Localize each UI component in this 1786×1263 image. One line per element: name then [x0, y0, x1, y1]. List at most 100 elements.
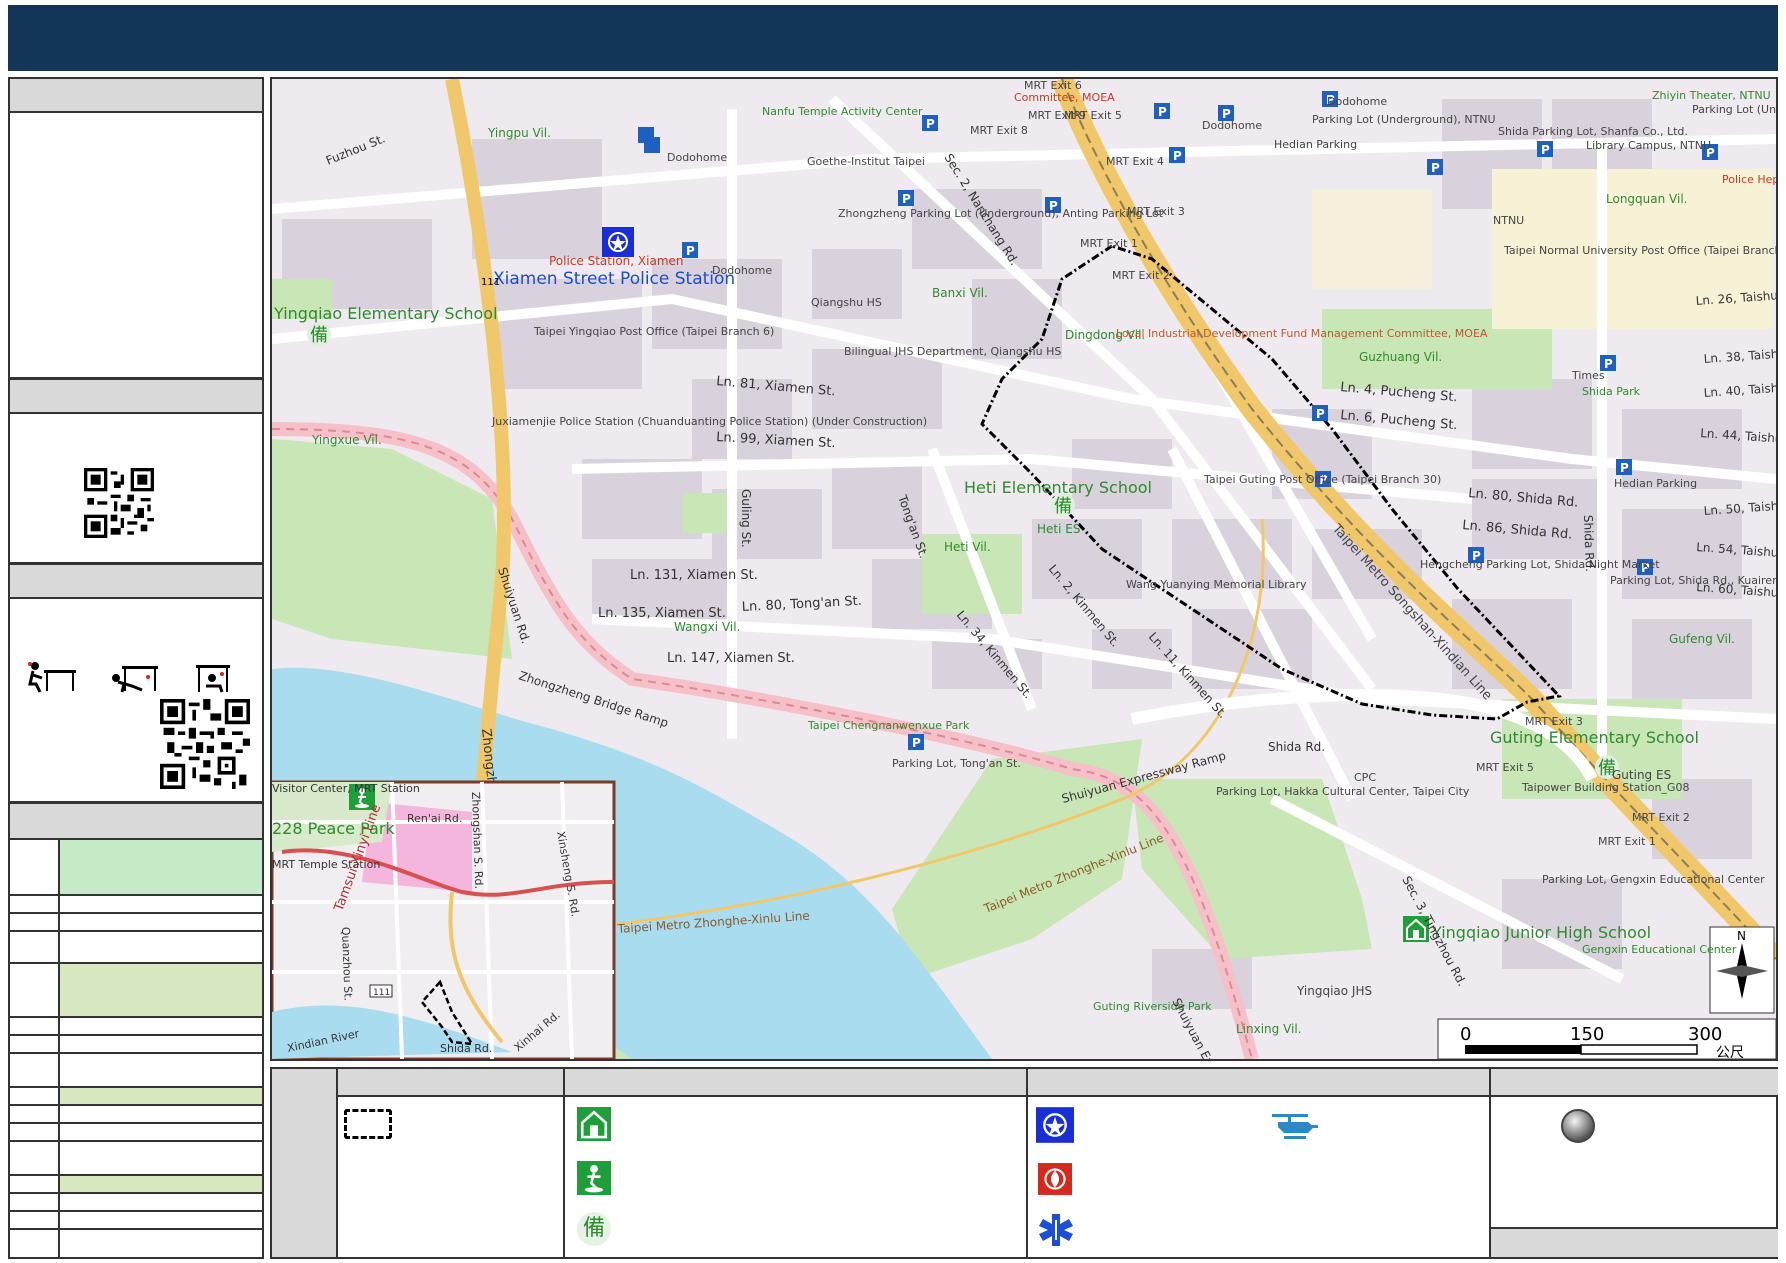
svg-text:公尺: 公尺 — [1716, 1045, 1744, 1059]
svg-text:P: P — [1158, 105, 1167, 119]
yingqiao-jhs-label: Yingqiao Junior High School — [1431, 923, 1651, 942]
wang-memorial-label: Wang Yuanying Memorial Library — [1126, 578, 1307, 591]
guting-exit-label: MRT Exit 5 — [1476, 761, 1534, 774]
table-row — [10, 1194, 262, 1212]
guting-post-label: Taipei Guting Post Office (Taipei Branch… — [1203, 473, 1441, 486]
tongan-parking-label: Parking Lot, Tong'an St. — [892, 757, 1021, 770]
guting-es-label: Guting Elementary School — [1490, 728, 1699, 747]
reserve-bei-icon: 備 — [577, 1212, 611, 1246]
hedian-label: Hedian Parking — [1614, 477, 1697, 490]
legend-column — [1491, 1069, 1778, 1257]
guting-riverside-label: Guting Riverside Park — [1093, 1000, 1212, 1013]
map-canvas[interactable]: PPP P PPPP PP PP PPPP PP 備 備 備 N 0 150 3… — [272, 79, 1776, 1059]
committee-label: Committee, MOEA — [1014, 91, 1115, 104]
legend-column — [338, 1069, 565, 1257]
taipower-label: Taipower Building Station_G08 — [1521, 781, 1689, 794]
svg-text:0: 0 — [1460, 1024, 1471, 1045]
juxiamenjie-label: Juxiamenjie Police Station (Chuanduantin… — [491, 415, 927, 428]
dodohome-label: Dodohome — [712, 264, 772, 277]
helicopter-icon — [1272, 1114, 1318, 1139]
table-row — [10, 932, 262, 964]
table-row — [10, 896, 262, 914]
table-row — [10, 1088, 262, 1106]
svg-text:N: N — [1737, 929, 1746, 943]
gufeng-label: Gufeng Vil. — [1669, 632, 1735, 646]
inset-map[interactable]: Visitor Center, MRT Station 228 Peace Pa… — [272, 780, 616, 1059]
qr-code-icon[interactable] — [84, 468, 154, 538]
times-label: Times — [1571, 369, 1605, 382]
table-row — [10, 1124, 262, 1142]
chengnan-park-label: Taipei Chengnanwenxue Park — [807, 719, 970, 732]
dodohome-label: Dodohome — [1202, 119, 1262, 132]
contact-table-header — [10, 804, 262, 840]
xiamen147-label: Ln. 147, Xiamen St. — [667, 651, 795, 666]
guzhuang-label: Guzhuang Vil. — [1359, 350, 1442, 364]
police-badge-icon[interactable] — [602, 227, 634, 257]
legend-column: 備 — [565, 1069, 1028, 1257]
table-row — [10, 964, 262, 1018]
table-row — [10, 1036, 262, 1054]
xiamen135-label: Ln. 135, Xiamen St. — [598, 606, 726, 621]
boundary-dashed-icon — [344, 1109, 392, 1139]
safety-panel — [8, 563, 264, 803]
legend-column — [1028, 1069, 1491, 1257]
campus-area — [1312, 189, 1432, 289]
legend-footer — [1491, 1227, 1778, 1257]
mrt-exit-label: MRT Exit 6 — [1024, 79, 1082, 92]
evacuation-person-icon — [577, 1161, 611, 1195]
heti-es-label: Heti Elementary School — [964, 478, 1152, 497]
table-row — [10, 1212, 262, 1230]
info-panel-1-header — [10, 79, 262, 113]
ntnu-label: NTNU — [1493, 214, 1524, 227]
hepin-label: Police Hepin Da'an — [1722, 173, 1776, 186]
safety-panel-header — [10, 565, 262, 599]
ntnu-library-label: Parking Lot (Underground), NTNU Library — [1692, 103, 1776, 116]
table-row — [10, 1142, 262, 1176]
hedian-label: Hedian Parking — [1274, 138, 1357, 151]
qr-panel — [8, 378, 264, 564]
table-row — [10, 1106, 262, 1124]
main-map[interactable]: PPPP PPPP PPPP PPPP PP 備 備 備 N 0 150 300… — [270, 77, 1778, 1061]
qr-code-2-icon[interactable] — [160, 699, 250, 789]
local-fund-label: Local Industrial Development Fund Manage… — [1116, 327, 1488, 340]
wangxi-label: Wangxi Vil. — [674, 620, 740, 634]
table-row — [10, 1018, 262, 1036]
shida-parking-lot-label: Shida Parking Lot, Shanfa Co., Ltd. — [1498, 125, 1688, 138]
hold-on-icon — [196, 665, 230, 693]
shelter-house-icon — [577, 1107, 611, 1141]
qiangshu-label: Qiangshu HS — [811, 296, 882, 309]
mrt-exit-label: MRT Exit 1 — [1080, 237, 1138, 250]
mrt-exit-label: MRT Exit 3 — [1127, 205, 1185, 218]
inset-shida-label: Shida Rd. — [440, 1042, 492, 1055]
banxi-label: Banxi Vil. — [932, 286, 988, 300]
goethe-label: Goethe-Institut Taipei — [807, 155, 925, 168]
svg-text:P: P — [1620, 461, 1629, 475]
svg-text:P: P — [1541, 143, 1550, 157]
svg-text:300: 300 — [1688, 1024, 1722, 1045]
gengxin-label: Gengxin Educational Center — [1582, 943, 1737, 956]
guting-exit-label: MRT Exit 2 — [1632, 811, 1690, 824]
hengcheng-label: Hengcheng Parking Lot, Shida Night Marke… — [1420, 558, 1660, 571]
mrt-exit-label: MRT Exit 9 — [1028, 109, 1086, 122]
medical-star-icon — [1039, 1214, 1073, 1246]
heti-es-small-label: Heti ES — [1037, 522, 1080, 536]
mrt-exit-label: MRT Exit 8 — [970, 124, 1028, 137]
legend-column — [272, 1069, 338, 1257]
title-bar — [8, 5, 1778, 71]
svg-text:P: P — [1431, 161, 1440, 175]
shida-rd-label: Shida Rd. — [1268, 740, 1325, 754]
gengxin-parking-label: Parking Lot, Gengxin Educational Center — [1542, 873, 1765, 886]
dodohome-label: Dodohome — [1327, 95, 1387, 108]
svg-text:150: 150 — [1570, 1024, 1604, 1045]
linxing-label: Linxing Vil. — [1236, 1022, 1302, 1036]
shida-park-label: Shida Park — [1582, 385, 1641, 398]
svg-text:P: P — [1173, 149, 1182, 163]
svg-text:P: P — [1316, 407, 1325, 421]
ntnu-post-label: Taipei Normal University Post Office (Ta… — [1503, 244, 1776, 257]
yingqiao-jhs-small-label: Yingqiao JHS — [1296, 984, 1372, 998]
cover-icon — [112, 666, 158, 693]
svg-text:備: 備 — [1054, 496, 1072, 517]
svg-text:P: P — [686, 244, 695, 258]
shida-rd2-label: Shida Rd. — [1581, 515, 1597, 573]
north-arrow: N — [1709, 926, 1775, 1014]
